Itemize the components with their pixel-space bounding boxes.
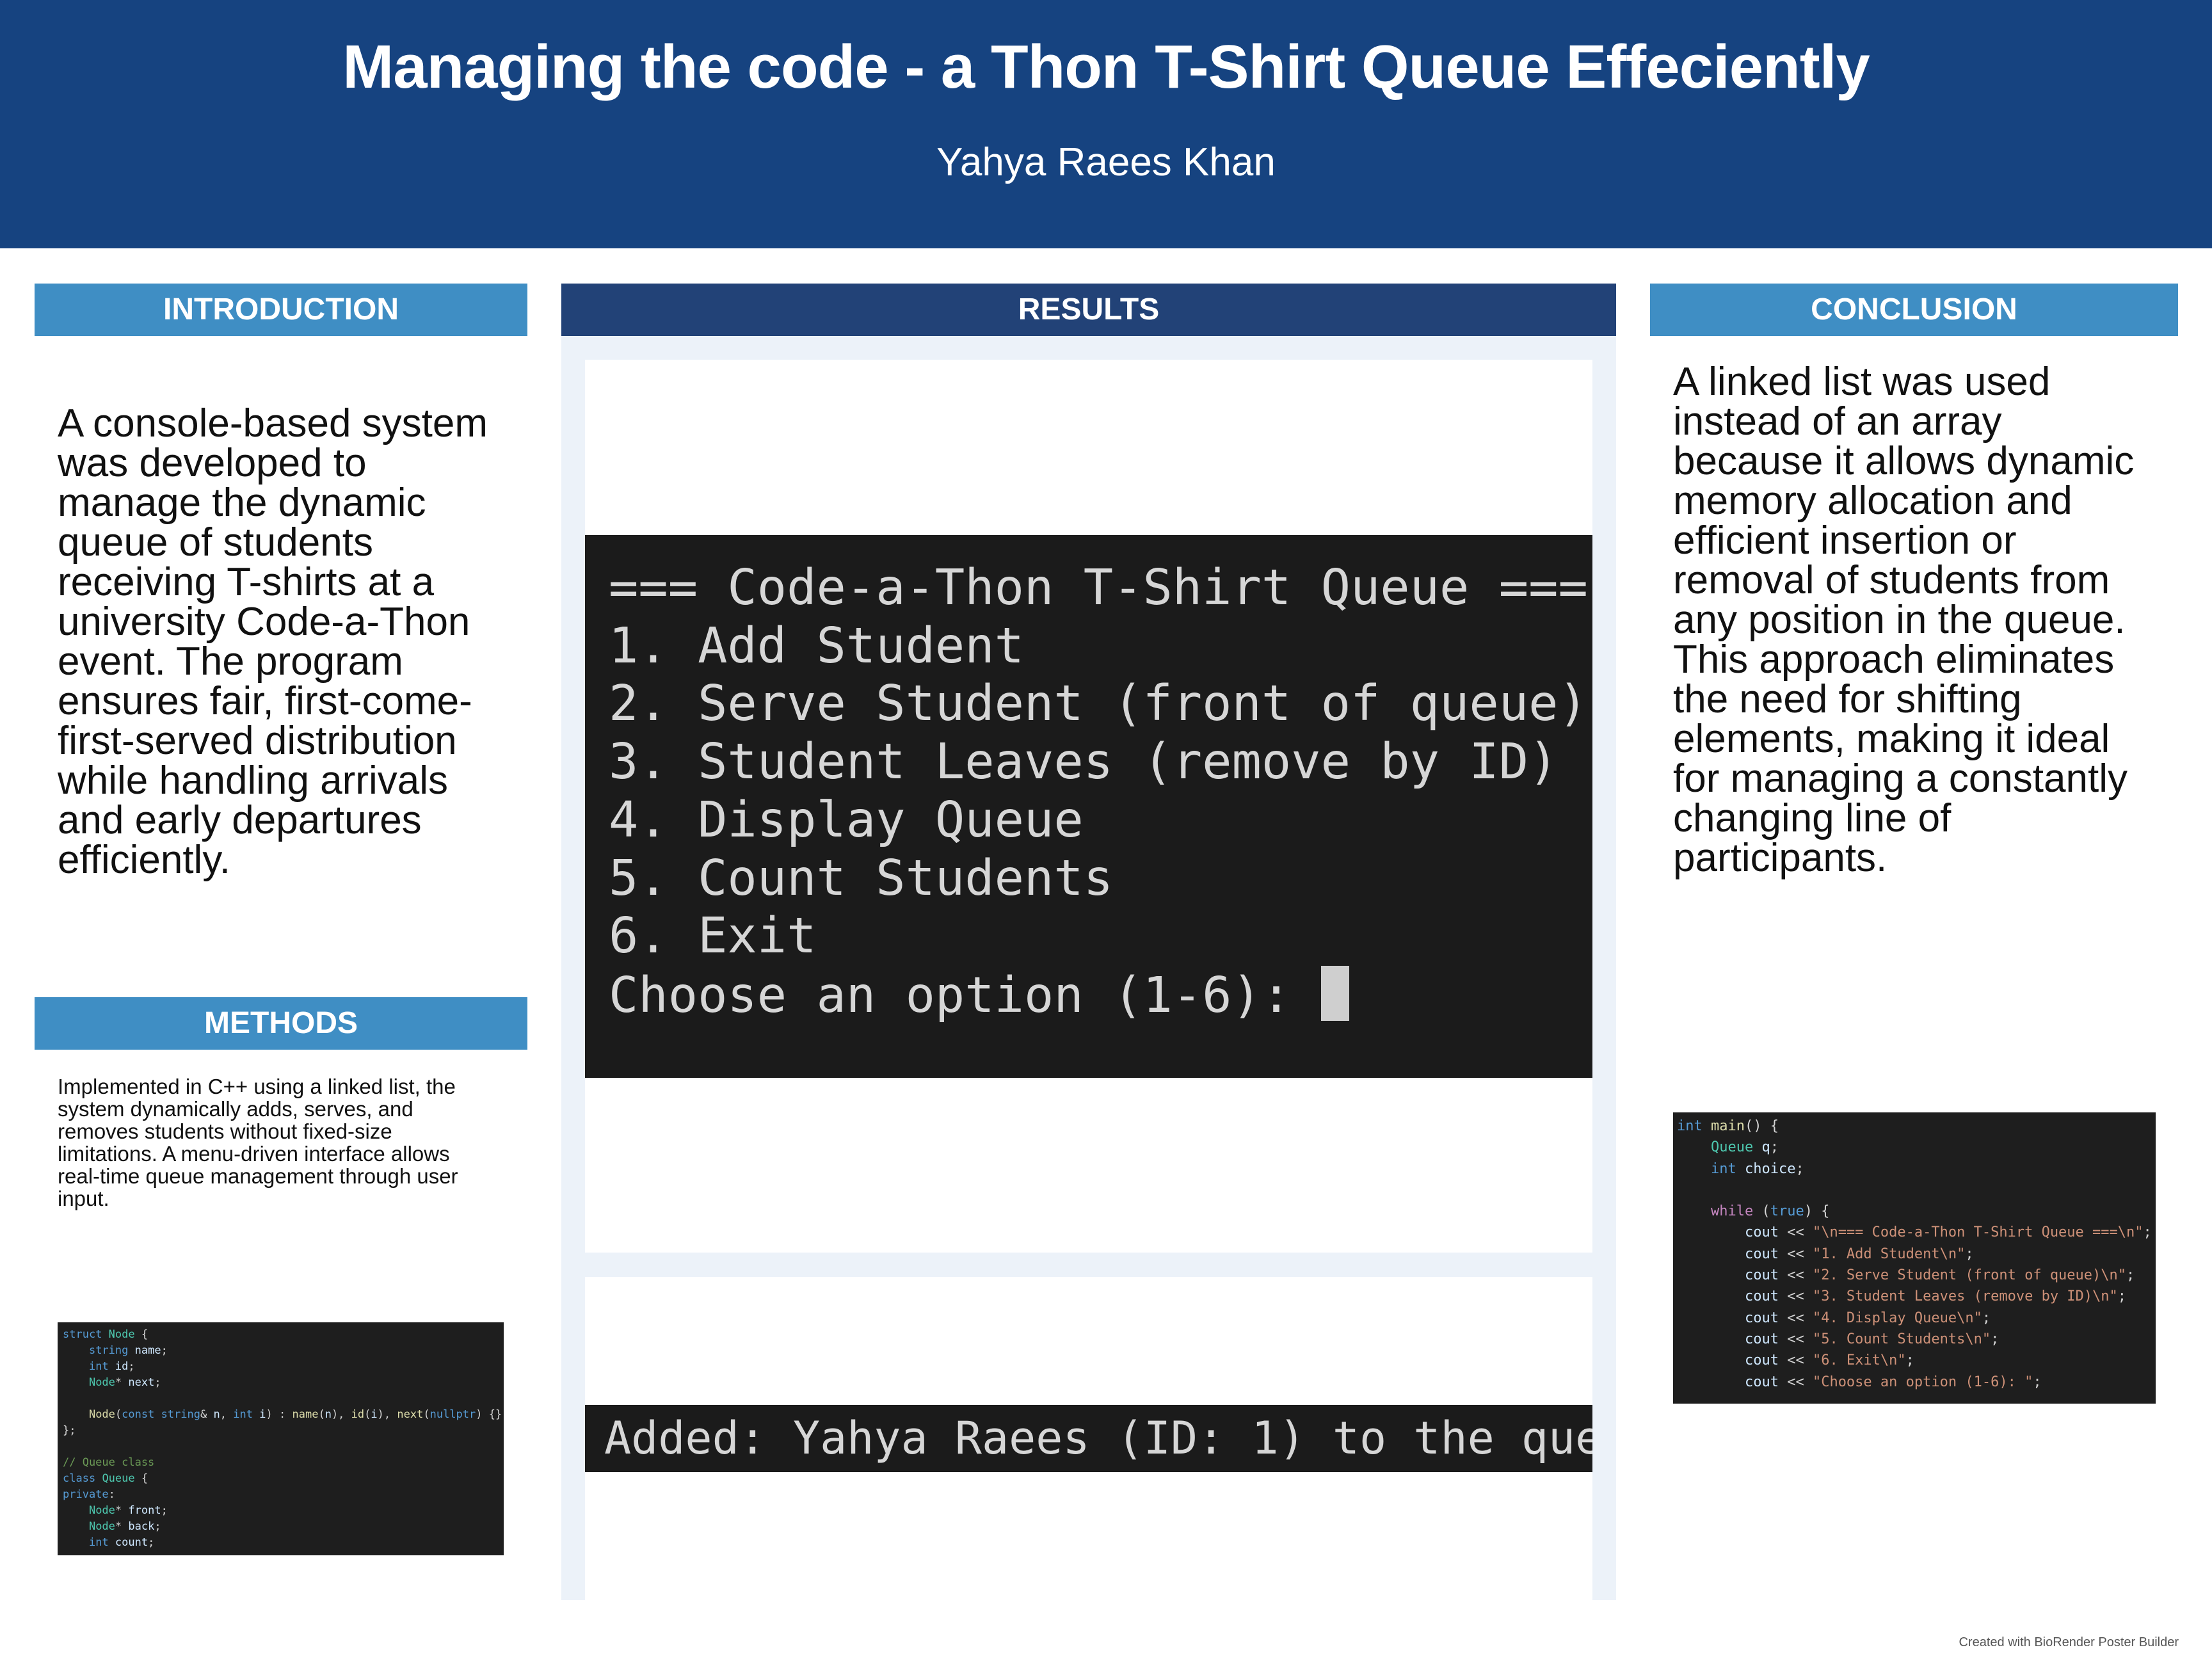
conclusion-line: elements, making it ideal xyxy=(1673,717,2110,761)
introduction-line: first-served distribution xyxy=(58,719,457,763)
poster-author: Yahya Raees Khan xyxy=(936,140,1276,184)
code-line: Queue q; xyxy=(1710,1139,1779,1156)
methods-line: real-time queue management through user xyxy=(58,1164,458,1188)
code-line: Node* next; xyxy=(88,1376,161,1389)
code-line: int count; xyxy=(88,1536,155,1549)
code-line: cout << "\n=== Code-a-Thon T-Shirt Queue… xyxy=(1744,1224,2152,1241)
conclusion-line: participants. xyxy=(1673,836,1887,880)
poster-header: Managing the code - a Thon T-Shirt Queue… xyxy=(0,0,2212,248)
code-line: int main() { xyxy=(1677,1118,1779,1134)
methods-code-screenshot: struct Node { string name; int id; Node*… xyxy=(58,1322,504,1555)
menu-line: 6. Exit xyxy=(609,908,817,965)
introduction-line: event. The program xyxy=(58,639,403,684)
menu-line: 2. Serve Student (front of queue) xyxy=(609,675,1588,733)
code-line: struct Node { xyxy=(63,1328,148,1341)
conclusion-line: for managing a constantly xyxy=(1673,757,2128,801)
results-heading: RESULTS xyxy=(561,284,1616,336)
code-line: private: xyxy=(63,1488,115,1501)
methods-line: limitations. A menu-driven interface all… xyxy=(58,1142,450,1166)
code-line: cout << "4. Display Queue\n"; xyxy=(1744,1310,1991,1326)
conclusion-line: memory allocation and xyxy=(1673,479,2072,523)
conclusion-line: changing line of xyxy=(1673,796,1952,840)
footer-credit: Created with BioRender Poster Builder xyxy=(1959,1635,2179,1649)
introduction-line: queue of students xyxy=(58,520,373,565)
code-line: }; xyxy=(63,1424,76,1437)
code-line: ​ xyxy=(63,1439,504,1455)
code-line: cout << "5. Count Students\n"; xyxy=(1744,1331,2000,1347)
conclusion-code-screenshot: int main() { Queue q; int choice; ​ while… xyxy=(1673,1112,2156,1404)
menu-line: === Code-a-Thon T-Shirt Queue === xyxy=(609,559,1588,616)
methods-line: input. xyxy=(58,1187,109,1210)
code-line: cout << "3. Student Leaves (remove by ID… xyxy=(1744,1288,2127,1305)
menu-line: 4. Display Queue xyxy=(609,791,1084,849)
conclusion-line: A linked list was used xyxy=(1673,360,2051,404)
introduction-line: efficiently. xyxy=(58,838,230,882)
conclusion-line: the need for shifting xyxy=(1673,677,2022,721)
methods-heading: METHODS xyxy=(35,997,527,1050)
introduction-line: receiving T-shirts at a xyxy=(58,560,435,604)
menu-line: 5. Count Students xyxy=(609,849,1114,907)
methods-line: removes students without fixed-size xyxy=(58,1119,392,1143)
menu-line: 3. Student Leaves (remove by ID) xyxy=(609,733,1559,791)
code-line: int id; xyxy=(88,1360,135,1373)
menu-prompt: Choose an option (1-6): xyxy=(609,966,1321,1024)
conclusion-heading: CONCLUSION xyxy=(1650,284,2178,336)
introduction-line: was developed to xyxy=(58,441,367,485)
code-line: Node* back; xyxy=(88,1520,161,1533)
code-line: // Queue class xyxy=(63,1456,155,1469)
code-line: class Queue { xyxy=(63,1472,148,1485)
cursor-block-icon xyxy=(1320,965,1349,1021)
terminal-menu-output: === Code-a-Thon T-Shirt Queue === 1. Add … xyxy=(585,535,1592,1078)
introduction-line: manage the dynamic xyxy=(58,481,426,525)
conclusion-line: because it allows dynamic xyxy=(1673,439,2135,483)
code-line: cout << "1. Add Student\n"; xyxy=(1744,1246,1974,1262)
conclusion-text: A linked list was used instead of an arra… xyxy=(1673,362,2179,878)
conclusion-line: efficient insertion or xyxy=(1673,518,2017,563)
menu-line: 1. Add Student xyxy=(609,617,1025,675)
code-line: cout << "6. Exit\n"; xyxy=(1744,1352,1914,1369)
code-line: ​ xyxy=(1677,1180,2156,1201)
conclusion-line: This approach eliminates xyxy=(1673,637,2115,682)
code-line: cout << "2. Serve Student (front of queu… xyxy=(1744,1267,2135,1284)
introduction-line: university Code-a-Thon xyxy=(58,600,470,644)
conclusion-line: instead of an array xyxy=(1673,399,2002,444)
code-line: while (true) { xyxy=(1710,1203,1830,1220)
code-line: cout << "Choose an option (1-6): "; xyxy=(1744,1374,2042,1390)
code-line: Node* front; xyxy=(88,1504,168,1517)
conclusion-line: any position in the queue. xyxy=(1673,598,2126,642)
introduction-line: ensures fair, first-come- xyxy=(58,679,472,723)
introduction-line: A console-based system xyxy=(58,401,488,445)
introduction-line: while handling arrivals xyxy=(58,758,448,803)
code-line: Node(const string& n, int i) : name(n), … xyxy=(88,1408,502,1421)
introduction-text: A console-based system was developed to ma… xyxy=(58,404,525,880)
code-line: int choice; xyxy=(1710,1160,1804,1177)
methods-text: Implemented in C++ using a linked list, … xyxy=(58,1075,531,1210)
methods-line: Implemented in C++ using a linked list, … xyxy=(58,1075,456,1098)
introduction-line: and early departures xyxy=(58,798,422,842)
poster-title: Managing the code - a Thon T-Shirt Queue… xyxy=(342,33,1870,101)
code-line: string name; xyxy=(88,1344,168,1357)
code-line: ​ xyxy=(63,1391,504,1407)
methods-line: system dynamically adds, serves, and xyxy=(58,1097,413,1121)
introduction-heading: INTRODUCTION xyxy=(35,284,527,336)
conclusion-line: removal of students from xyxy=(1673,558,2110,602)
menu-prompt-line: Choose an option (1-6): xyxy=(609,965,1592,1025)
terminal-added-output: Added: Yahya Raees (ID: 1) to the queue. xyxy=(585,1405,1592,1472)
